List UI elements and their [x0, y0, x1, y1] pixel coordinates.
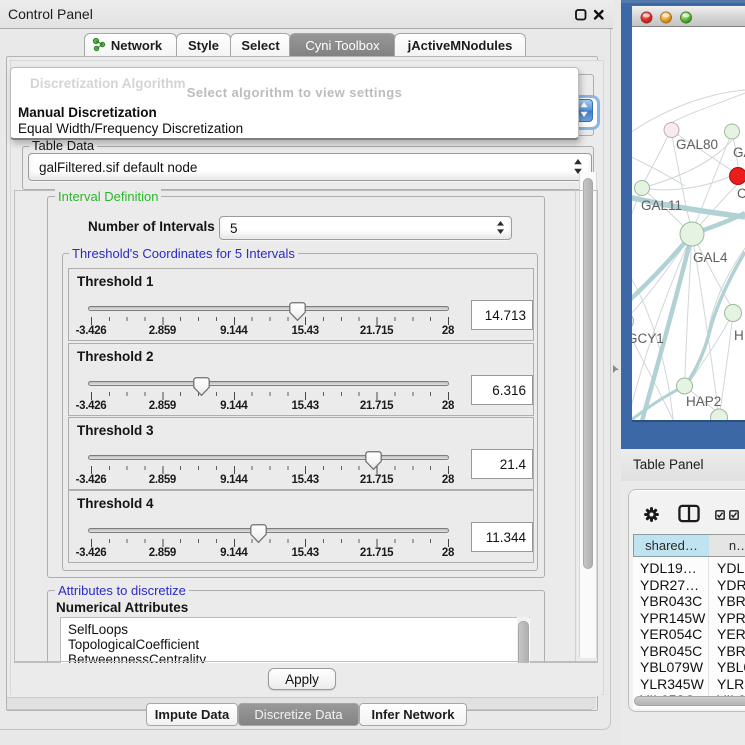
svg-text:C: C	[737, 186, 745, 201]
svg-text:GAL11: GAL11	[641, 198, 682, 213]
svg-text:GCY1: GCY1	[627, 331, 664, 346]
svg-text:HAP2: HAP2	[686, 394, 721, 409]
svg-text:GA: GA	[733, 145, 745, 160]
svg-text:H: H	[734, 328, 744, 343]
svg-text:GAL4: GAL4	[693, 250, 728, 265]
svg-text:GAL80: GAL80	[676, 137, 718, 152]
